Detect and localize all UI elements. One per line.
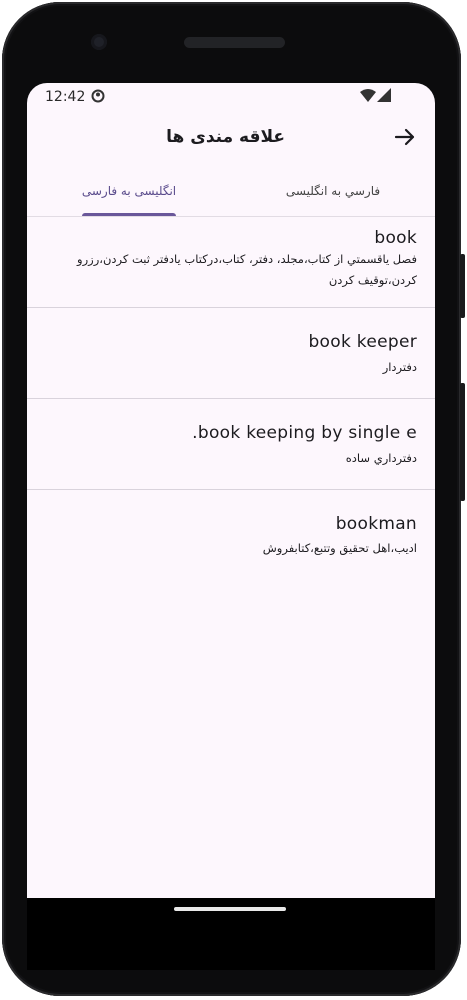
wifi-icon xyxy=(360,89,376,102)
list-item[interactable]: bookman اديب،اهل تحقيق وتتبع،كتابفروش xyxy=(27,490,435,580)
entry-meaning: دفتردار xyxy=(382,360,417,374)
notification-icon xyxy=(91,89,105,103)
signal-icon xyxy=(377,88,391,102)
entry-word: book keeping by single e. xyxy=(192,423,417,443)
tab-english-to-persian[interactable]: انگلیسی به فارسی xyxy=(27,171,231,216)
home-gesture-handle[interactable] xyxy=(174,907,286,911)
volume-button xyxy=(460,383,465,501)
front-camera xyxy=(91,34,107,50)
entry-word: bookman xyxy=(335,514,417,534)
power-button xyxy=(460,254,465,318)
app-screen: 12:42 علاقه مندی ها فارسي به انگلیسی انگ… xyxy=(27,83,435,898)
status-bar: 12:42 xyxy=(27,83,435,111)
earpiece-speaker xyxy=(184,37,285,48)
app-bar: علاقه مندی ها xyxy=(27,111,435,167)
entry-meaning: اديب،اهل تحقيق وتتبع،كتابفروش xyxy=(262,541,417,555)
list-item[interactable]: book keeping by single e. دفترداري ساده xyxy=(27,399,435,490)
list-item[interactable]: book فصل ياقسمتي از كتاب،مجلد، دفتر، كتا… xyxy=(27,217,435,308)
entry-word: book xyxy=(374,228,417,248)
tab-persian-to-english[interactable]: فارسي به انگلیسی xyxy=(231,171,435,216)
status-time: 12:42 xyxy=(45,89,86,105)
page-title: علاقه مندی ها xyxy=(166,127,285,147)
tab-indicator xyxy=(82,213,176,216)
entry-meaning: فصل ياقسمتي از كتاب،مجلد، دفتر، كتاب،درك… xyxy=(77,252,417,287)
tab-bar: فارسي به انگلیسی انگلیسی به فارسی xyxy=(27,171,435,217)
entry-word: book keeper xyxy=(308,332,417,352)
list-item[interactable]: book keeper دفتردار xyxy=(27,308,435,399)
arrow-forward-icon[interactable] xyxy=(393,125,417,149)
entry-meaning: دفترداري ساده xyxy=(345,451,417,465)
